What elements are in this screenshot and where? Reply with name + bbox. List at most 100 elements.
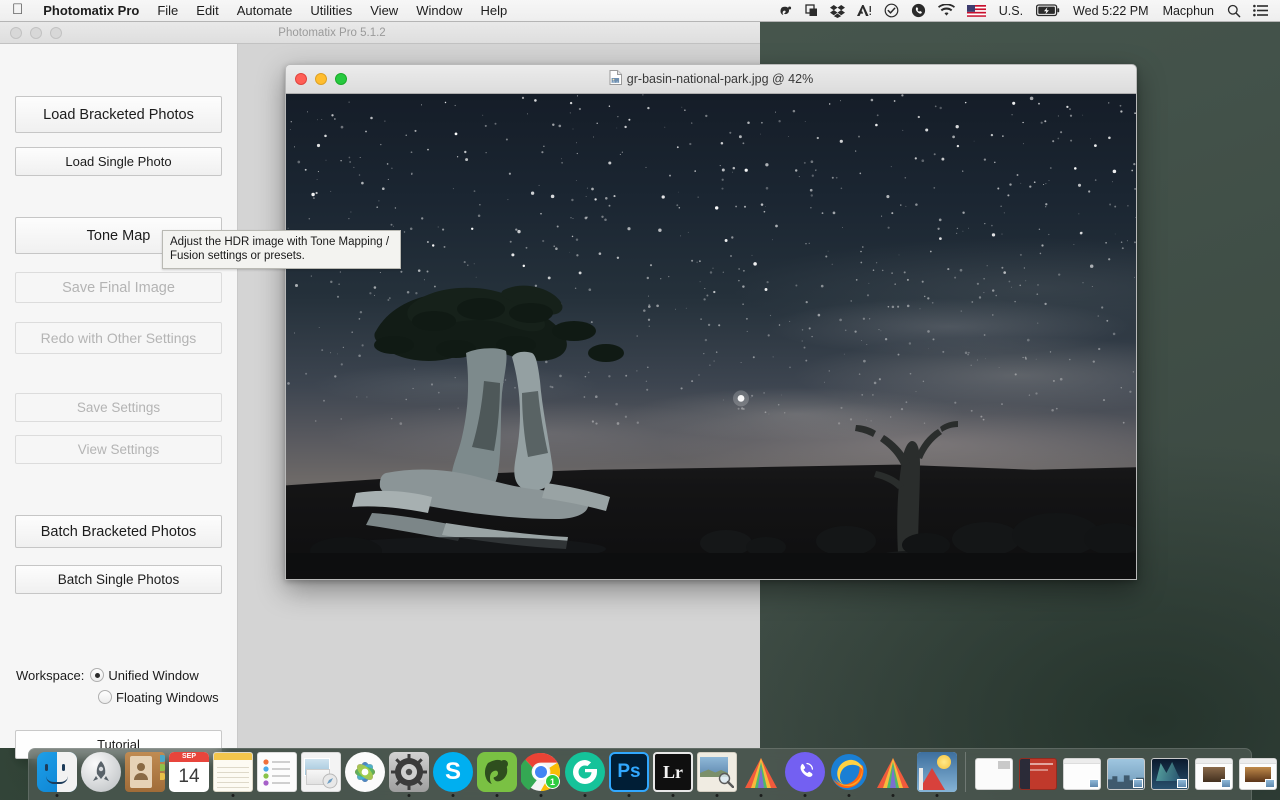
image-window-titlebar[interactable]: gr-basin-national-park.jpg @ 42% (285, 64, 1137, 94)
adobe-creative-cloud-icon[interactable] (851, 0, 878, 22)
radio-floating-windows-label[interactable]: Floating Windows (116, 690, 219, 705)
image-minimize-button[interactable] (315, 73, 327, 85)
dock-item-photos[interactable] (343, 750, 387, 798)
menu-item-window[interactable]: Window (407, 0, 471, 22)
tooltip-line-1: Adjust the HDR image with Tone Mapping / (170, 236, 390, 248)
dock-item-grammarly[interactable] (563, 750, 607, 798)
dock-minimized-landscape-photo[interactable] (1236, 750, 1280, 798)
dock-minimized-aurora-photo[interactable] (1148, 750, 1192, 798)
dock-item-evernote[interactable] (475, 750, 519, 798)
dock-item-calendar[interactable]: SEP 14 (167, 750, 211, 798)
photomatix-icon (741, 752, 781, 792)
dock-item-viber[interactable] (783, 750, 827, 798)
horizon-shrubs (286, 513, 1136, 571)
dock-minimized-cityscape[interactable] (1104, 750, 1148, 798)
load-single-photo-label: Load Single Photo (65, 154, 172, 169)
zoom-button[interactable] (50, 26, 62, 39)
batch-bracketed-photos-button[interactable]: Batch Bracketed Photos (15, 515, 222, 548)
dock-item-system-preferences[interactable] (387, 750, 431, 798)
running-indicator (847, 794, 851, 797)
running-indicator (803, 794, 807, 797)
image-zoom-button[interactable] (335, 73, 347, 85)
running-indicator (671, 794, 675, 797)
firefox-icon (829, 752, 869, 792)
radio-selected-dot (94, 672, 100, 678)
running-indicator (451, 794, 455, 797)
app-window-titlebar[interactable]: Photomatix Pro 5.1.2 (0, 22, 760, 44)
image-close-button[interactable] (295, 73, 307, 85)
running-indicator (715, 794, 719, 797)
running-indicator (495, 794, 499, 797)
finder-icon (37, 752, 77, 792)
dock-minimized-pdf[interactable] (1016, 750, 1060, 798)
load-single-photo-button[interactable]: Load Single Photo (15, 147, 222, 176)
dock-item-skype[interactable]: S (431, 750, 475, 798)
landscape-photo-window-icon (1239, 758, 1277, 790)
menu-bar-left:  Photomatix Pro File Edit Automate Util… (0, 0, 516, 22)
radio-unified-window[interactable] (90, 668, 105, 682)
dock-item-contacts[interactable] (123, 750, 167, 798)
load-bracketed-photos-button[interactable]: Load Bracketed Photos (15, 96, 222, 133)
lightroom-icon: Lr (653, 752, 693, 792)
dock-minimized-document[interactable] (972, 750, 1016, 798)
dock-item-photomatix-pro[interactable] (871, 750, 915, 798)
notification-center-icon[interactable] (1247, 0, 1274, 22)
close-button[interactable] (10, 26, 22, 39)
dock-minimized-portrait-photo[interactable] (1192, 750, 1236, 798)
batch-bracketed-photos-label: Batch Bracketed Photos (40, 523, 197, 540)
view-settings-label: View Settings (77, 442, 160, 457)
spotlight-search-icon[interactable] (1221, 0, 1247, 22)
dock-item-firefox[interactable] (827, 750, 871, 798)
dock-item-launchpad[interactable] (79, 750, 123, 798)
duplicate-window-icon[interactable] (799, 0, 824, 22)
dock-item-google-chrome[interactable]: 1 (519, 750, 563, 798)
wifi-icon[interactable] (932, 0, 961, 22)
evernote-icon[interactable] (773, 0, 799, 22)
system-preferences-icon (389, 752, 429, 792)
photo-canvas[interactable] (285, 94, 1137, 580)
dock-item-notes[interactable] (211, 750, 255, 798)
dock-item-reminders[interactable] (255, 750, 299, 798)
save-final-image-label: Save Final Image (62, 279, 175, 296)
menu-item-edit[interactable]: Edit (187, 0, 227, 22)
calendar-month: SEP (169, 752, 209, 762)
menu-item-file[interactable]: File (148, 0, 187, 22)
dropbox-icon[interactable] (824, 0, 851, 22)
dock-item-mail[interactable] (299, 750, 343, 798)
checkmark-circle-icon[interactable] (878, 0, 905, 22)
dock-item-finder[interactable] (35, 750, 79, 798)
dock-item-photoshop[interactable]: Ps (607, 750, 651, 798)
workspace-row-floating: Floating Windows (98, 686, 226, 708)
viber-icon (785, 752, 825, 792)
menu-item-automate[interactable]: Automate (228, 0, 302, 22)
dock-item-lightroom[interactable]: Lr (651, 750, 695, 798)
dock-minimized-blank-window[interactable] (1060, 750, 1104, 798)
input-source-label[interactable]: U.S. (992, 0, 1030, 22)
menu-item-photomatix-pro[interactable]: Photomatix Pro (34, 0, 148, 22)
dock-item-photomatix[interactable] (739, 750, 783, 798)
grammarly-icon (565, 752, 605, 792)
menu-item-utilities[interactable]: Utilities (301, 0, 361, 22)
launchpad-icon (81, 752, 121, 792)
menu-item-help[interactable]: Help (471, 0, 516, 22)
menu-bar-user[interactable]: Macphun (1156, 0, 1221, 22)
radio-floating-windows[interactable] (98, 690, 112, 704)
us-flag-icon[interactable] (961, 0, 992, 22)
running-indicator (55, 794, 59, 797)
dock-item-aurora-hdr[interactable] (915, 750, 959, 798)
batch-single-photos-button[interactable]: Batch Single Photos (15, 565, 222, 594)
calendar-icon: SEP 14 (169, 752, 209, 792)
chrome-badge: 1 (545, 774, 560, 789)
apple-logo-icon[interactable]:  (0, 0, 34, 22)
aurora-hdr-icon (917, 752, 957, 792)
skype-icon: S (433, 752, 473, 792)
minimize-button[interactable] (30, 26, 42, 39)
battery-charging-icon[interactable] (1030, 0, 1066, 22)
menu-bar-clock[interactable]: Wed 5:22 PM (1066, 0, 1156, 22)
dock-item-preview[interactable] (695, 750, 739, 798)
running-indicator (583, 794, 587, 797)
blank-document-window-icon (1063, 758, 1101, 790)
radio-unified-window-label[interactable]: Unified Window (108, 668, 198, 683)
viber-icon[interactable] (905, 0, 932, 22)
menu-item-view[interactable]: View (361, 0, 407, 22)
